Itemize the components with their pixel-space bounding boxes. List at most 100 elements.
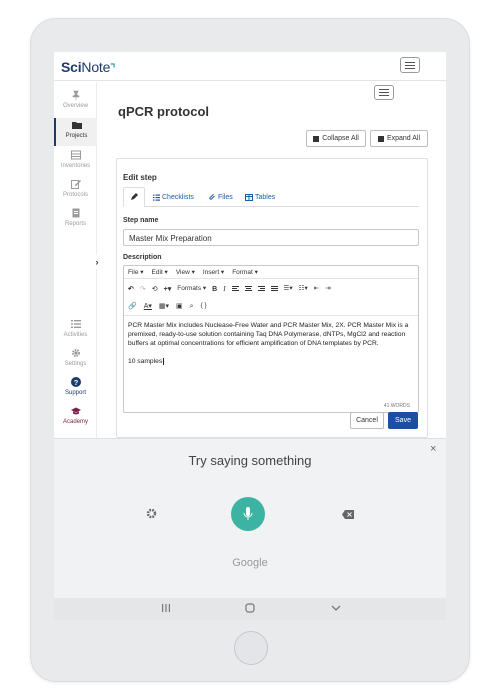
word-count: 41 WORDS <box>383 403 410 409</box>
scinote-logo[interactable]: SciNote⌝ <box>61 59 115 75</box>
insert-plus-icon[interactable]: +▾ <box>164 286 172 293</box>
sidebar-item-label: Reports <box>64 221 86 227</box>
home-nav-icon[interactable] <box>245 603 255 613</box>
sidebar: Overview Projects Inventories Protocols … <box>54 82 97 452</box>
tab-edit[interactable] <box>123 187 145 207</box>
pencil-icon <box>131 193 138 200</box>
hamburger-menu-icon[interactable] <box>400 57 420 73</box>
save-button[interactable]: Save <box>388 412 418 429</box>
redo-icon[interactable]: ↷ <box>140 286 146 293</box>
checklist-icon <box>153 194 160 201</box>
undo-icon[interactable]: ↶ <box>128 286 134 293</box>
menu-insert[interactable]: Insert ▾ <box>203 268 224 276</box>
voice-input-panel: × Try saying something Google <box>54 438 446 598</box>
expand-icon <box>377 135 384 142</box>
backspace-icon[interactable] <box>342 510 354 519</box>
tab-files-label: Files <box>218 193 233 201</box>
description-paragraph: PCR Master Mix includes Nuclease-Free Wa… <box>128 322 409 347</box>
microphone-button[interactable] <box>231 497 265 531</box>
sidebar-item-label: Projects <box>65 133 88 139</box>
sidebar-item-protocols[interactable]: Protocols <box>54 177 97 205</box>
collapse-all-button[interactable]: Collapse All <box>306 130 366 147</box>
align-left-icon[interactable] <box>231 286 239 292</box>
chevron-down-icon[interactable] <box>331 603 341 613</box>
sidebar-item-inventories[interactable]: Inventories <box>54 148 97 176</box>
italic-icon[interactable]: I <box>223 285 225 293</box>
expand-all-button[interactable]: Expand All <box>370 130 428 147</box>
voice-prompt: Try saying something <box>188 453 312 468</box>
edit-icon <box>70 180 81 189</box>
indent-icon[interactable]: ⇥ <box>325 285 330 293</box>
sidebar-item-reports[interactable]: Reports <box>54 206 97 234</box>
editor-toolbar-2: 🔗 A▾ ▦▾ ▣ ⌕ { } <box>124 298 418 316</box>
cancel-button[interactable]: Cancel <box>350 412 384 429</box>
link-icon[interactable]: 🔗 <box>128 303 137 310</box>
top-navbar: SciNote⌝ <box>54 52 446 81</box>
expand-all-label: Expand All <box>386 135 421 142</box>
step-name-input[interactable]: Master Mix Preparation <box>123 229 419 246</box>
step-name-label: Step name <box>123 217 159 224</box>
code-sample-icon[interactable]: { } <box>201 303 207 310</box>
find-replace-icon[interactable]: ⌕ <box>190 303 194 310</box>
svg-text:?: ? <box>73 378 78 387</box>
rich-text-editor[interactable]: File ▾ Edit ▾ View ▾ Insert ▾ Format ▾ ↶… <box>123 265 419 413</box>
sidebar-item-overview[interactable]: Overview <box>54 88 97 116</box>
page-title: qPCR protocol <box>118 104 209 119</box>
sidebar-item-settings[interactable]: Settings <box>54 346 97 374</box>
sidebar-item-activities[interactable]: Activities <box>54 317 97 345</box>
image-icon[interactable]: ▣ <box>176 303 183 310</box>
sidebar-item-label: Academy <box>62 419 88 425</box>
align-justify-icon[interactable] <box>270 286 278 292</box>
restore-icon[interactable]: ⟲ <box>152 286 158 293</box>
google-brand: Google <box>232 557 268 569</box>
editor-toolbar-1: ↶ ↷ ⟲ +▾ Formats ▾ B I ☰▾ ☷▾ ⇤ ⇥ <box>124 280 418 298</box>
gear-icon[interactable] <box>146 508 157 519</box>
logo-sci-text: Sci <box>61 59 82 75</box>
tab-files[interactable]: Files <box>209 187 233 207</box>
align-center-icon[interactable] <box>244 286 252 292</box>
tab-tables[interactable]: Tables <box>245 187 275 207</box>
step-tabs: Checklists Files Tables <box>123 187 419 207</box>
numbered-list-icon[interactable]: ☷▾ <box>299 285 308 293</box>
home-hardware-button[interactable] <box>234 631 268 665</box>
menu-format[interactable]: Format ▾ <box>232 268 258 276</box>
sidebar-collapse-toggle[interactable]: › <box>92 255 102 269</box>
graduation-cap-icon <box>70 407 81 415</box>
tab-checklists[interactable]: Checklists <box>153 187 194 207</box>
list-icon <box>70 320 81 328</box>
bold-icon[interactable]: B <box>212 286 217 293</box>
formats-dropdown[interactable]: Formats ▾ <box>177 285 206 293</box>
sidebar-item-label: Protocols <box>62 192 88 198</box>
sidebar-item-label: Inventories <box>60 163 91 169</box>
background-color-icon[interactable]: ▦▾ <box>159 303 169 310</box>
menu-edit[interactable]: Edit ▾ <box>152 268 168 276</box>
content-menu-icon[interactable] <box>374 85 394 100</box>
pin-icon <box>72 90 79 100</box>
text-color-icon[interactable]: A▾ <box>144 303 152 310</box>
align-right-icon[interactable] <box>257 286 265 292</box>
sidebar-item-label: Support <box>64 390 86 396</box>
editor-content[interactable]: PCR Master Mix includes Nuclease-Free Wa… <box>128 321 414 366</box>
sidebar-item-projects[interactable]: Projects <box>54 118 97 146</box>
outdent-icon[interactable]: ⇤ <box>314 285 319 293</box>
gear-icon <box>71 349 80 357</box>
recent-apps-icon[interactable] <box>161 603 171 613</box>
edit-step-card: Edit step Checklists Files Tables Step n… <box>116 158 428 438</box>
sidebar-item-academy[interactable]: Academy <box>54 404 97 432</box>
menu-file[interactable]: File ▾ <box>128 268 144 276</box>
table-icon <box>245 193 253 201</box>
collapse-all-label: Collapse All <box>322 135 359 142</box>
paperclip-icon <box>209 193 215 200</box>
edit-step-title: Edit step <box>123 173 157 182</box>
menu-view[interactable]: View ▾ <box>176 268 195 276</box>
microphone-icon <box>243 507 253 520</box>
editor-menubar: File ▾ Edit ▾ View ▾ Insert ▾ Format ▾ <box>124 266 418 279</box>
collapse-icon <box>313 135 320 142</box>
bullet-list-icon[interactable]: ☰▾ <box>284 285 293 293</box>
sidebar-item-support[interactable]: ? Support <box>54 375 97 403</box>
inventory-icon <box>70 150 81 160</box>
sidebar-item-label: Settings <box>64 361 87 367</box>
folder-icon <box>71 122 82 129</box>
logo-note-text: Note <box>81 59 111 75</box>
help-icon: ? <box>70 377 81 387</box>
